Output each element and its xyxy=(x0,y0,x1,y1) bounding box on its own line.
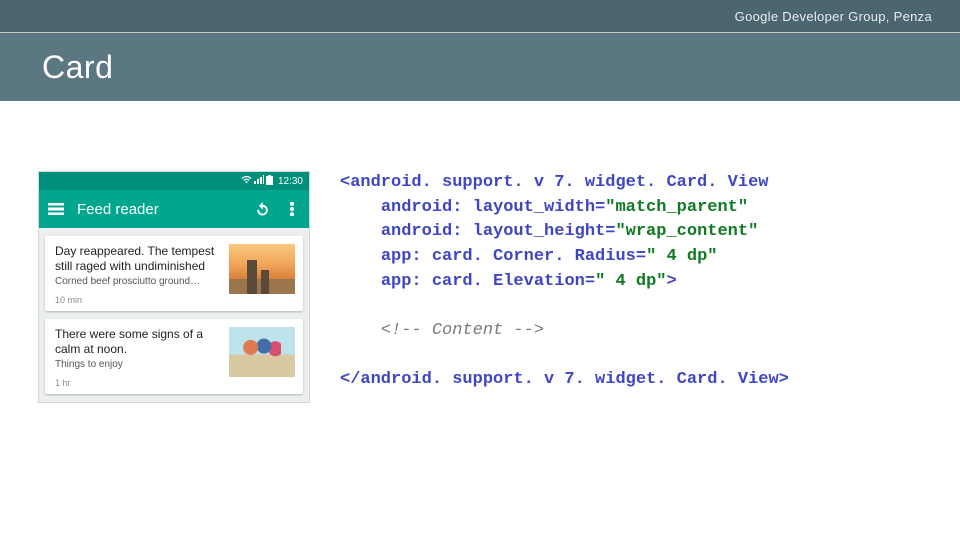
page-title: Card xyxy=(42,49,113,86)
app-title: Feed reader xyxy=(77,201,241,218)
card-subtext: Corned beef prosciutto ground… xyxy=(55,276,221,287)
status-bar: 12:30 xyxy=(39,172,309,190)
code-attr: app: card. Elevation= xyxy=(381,272,595,291)
card-time: 1 hr xyxy=(55,378,221,388)
code-block: <android. support. v 7. widget. Card. Vi… xyxy=(340,171,789,403)
refresh-icon[interactable] xyxy=(253,202,271,217)
code-open-tag: <android. support. v 7. widget. Card. Vi… xyxy=(340,173,768,192)
content: 12:30 Feed reader Day reappeared. The te… xyxy=(0,101,960,403)
battery-icon xyxy=(266,175,273,188)
wifi-icon xyxy=(241,175,252,187)
clock: 12:30 xyxy=(278,176,303,187)
card-subtext: Things to enjoy xyxy=(55,359,221,370)
code-comment: <!-- Content --> xyxy=(381,321,544,340)
code-val: "match_parent" xyxy=(605,198,748,217)
feed-card[interactable]: Day reappeared. The tempest still raged … xyxy=(45,236,303,311)
card-thumb xyxy=(229,244,295,294)
group-label: Google Developer Group, Penza xyxy=(735,9,932,24)
topbar: Google Developer Group, Penza xyxy=(0,0,960,33)
phone-mock: 12:30 Feed reader Day reappeared. The te… xyxy=(38,171,310,403)
code-open-end: > xyxy=(666,272,676,291)
code-close-tag: </android. support. v 7. widget. Card. V… xyxy=(340,370,789,389)
slide: Google Developer Group, Penza Card 12:30 xyxy=(0,0,960,540)
app-bar: Feed reader xyxy=(39,190,309,228)
code-val: "wrap_content" xyxy=(615,222,758,241)
code-attr: android: layout_height= xyxy=(381,222,616,241)
code-attr: app: card. Corner. Radius= xyxy=(381,247,646,266)
signal-icon xyxy=(254,175,264,187)
card-time: 10 min xyxy=(55,295,221,305)
menu-icon[interactable] xyxy=(47,203,65,215)
overflow-icon[interactable] xyxy=(283,202,301,216)
feed-card[interactable]: There were some signs of a calm at noon.… xyxy=(45,319,303,394)
code-val: " 4 dp" xyxy=(595,272,666,291)
code-attr: android: layout_width= xyxy=(381,198,605,217)
code-val: " 4 dp" xyxy=(646,247,717,266)
card-headline: Day reappeared. The tempest still raged … xyxy=(55,244,221,274)
card-headline: There were some signs of a calm at noon. xyxy=(55,327,221,357)
titlebar: Card xyxy=(0,33,960,101)
card-thumb xyxy=(229,327,295,377)
